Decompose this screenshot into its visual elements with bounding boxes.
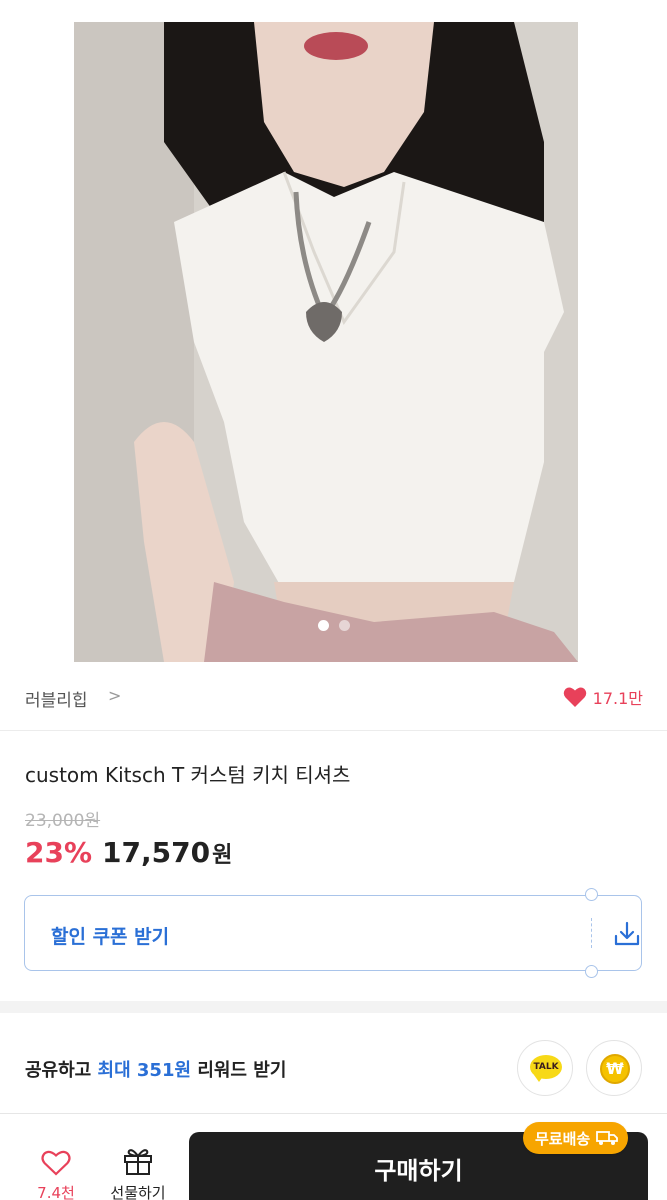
price-line: 23% 17,570 원: [25, 836, 232, 869]
download-icon[interactable]: [611, 920, 643, 948]
bottom-action-bar: 7.4천 선물하기 구매하기 무료배송: [0, 1113, 667, 1200]
product-photo[interactable]: [74, 22, 578, 662]
gallery-pagination: [0, 620, 667, 631]
product-gallery[interactable]: [0, 0, 667, 666]
gallery-dot-1[interactable]: [317, 620, 329, 631]
wishlist-count: 17.1만: [592, 689, 643, 708]
gift-icon: [124, 1149, 152, 1175]
share-reward-prefix: 공유하고: [25, 1060, 98, 1081]
share-reward-text: 공유하고 최대 351원 리워드 받기: [25, 1056, 286, 1082]
wishlist-count-button[interactable]: 17.1만: [563, 685, 643, 709]
free-shipping-label: 무료배송: [535, 1129, 591, 1148]
discount-rate: 23%: [25, 836, 93, 869]
kakaotalk-icon-tail: [534, 1075, 544, 1082]
heart-filled-icon: [563, 687, 586, 707]
share-reward-amount: 최대 351원: [97, 1060, 192, 1081]
delivery-truck-icon: [596, 1131, 619, 1145]
product-photo-illustration: [74, 22, 578, 662]
wishlist-button[interactable]: 7.4천: [24, 1150, 88, 1200]
wishlist-button-label: 7.4천: [37, 1184, 75, 1200]
coupon-label: 할인 쿠폰 받기: [51, 926, 170, 948]
kakaotalk-share-button[interactable]: TALK: [517, 1040, 573, 1096]
coupon-notch-bottom: [585, 965, 598, 978]
coupon-notch-top: [585, 888, 598, 901]
free-shipping-badge: 무료배송: [523, 1122, 629, 1154]
share-reward-suffix: 리워드 받기: [191, 1060, 287, 1081]
coupon-divider: [591, 918, 592, 948]
seller-name[interactable]: 러블리힙: [25, 686, 88, 711]
gallery-dot-2[interactable]: [338, 620, 350, 631]
reward-share-button[interactable]: ₩: [586, 1040, 642, 1096]
coupon-download-button[interactable]: 할인 쿠폰 받기: [24, 888, 643, 978]
currency-unit: 원: [212, 843, 233, 868]
gift-button-label: 선물하기: [110, 1184, 166, 1200]
original-price: 23,000원: [25, 811, 101, 831]
won-coin-icon: ₩: [600, 1054, 630, 1084]
gift-button[interactable]: 선물하기: [100, 1146, 176, 1200]
section-divider: [0, 1001, 667, 1013]
seller-row: 러블리힙 > 17.1만: [0, 667, 667, 731]
sale-price: 17,570: [102, 836, 211, 869]
product-title: custom Kitsch T 커스텀 키치 티셔츠: [25, 763, 351, 787]
chevron-right-icon[interactable]: >: [108, 686, 121, 705]
heart-outline-icon: [41, 1150, 71, 1176]
